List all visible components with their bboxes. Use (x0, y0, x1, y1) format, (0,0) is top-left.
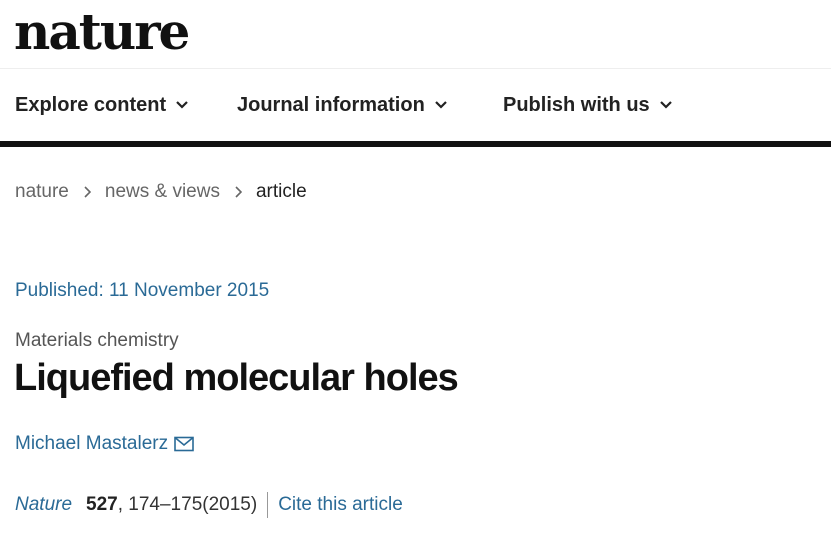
nav-journal-information[interactable]: Journal information (237, 93, 447, 117)
nav-publish-with-us-label: Publish with us (503, 94, 650, 116)
cite-this-article-link[interactable]: Cite this article (278, 493, 403, 517)
breadcrumb-item-news-views[interactable]: news & views (105, 180, 220, 204)
author-link[interactable]: Michael Mastalerz (15, 432, 168, 456)
chevron-down-icon (435, 101, 447, 109)
citation-pages: , 174–175(2015) (117, 494, 258, 515)
chevron-down-icon (176, 101, 188, 109)
chevron-right-icon (235, 186, 242, 198)
nav-journal-information-label: Journal information (237, 94, 425, 116)
citation-divider (267, 492, 269, 518)
nature-logo[interactable]: nature (14, 2, 190, 62)
article-subject[interactable]: Materials chemistry (15, 329, 179, 353)
main-navigation: Explore content Journal information Publ… (0, 69, 831, 141)
chevron-down-icon (659, 101, 672, 109)
nav-divider (0, 141, 831, 147)
breadcrumb: nature news & views article (15, 180, 307, 204)
published-date: Published: 11 November 2015 (15, 280, 270, 301)
breadcrumb-item-nature[interactable]: nature (15, 180, 69, 204)
citation-volume: 527 (86, 494, 118, 515)
citation-line: Nature 527 , 174–175(2015) Cite this art… (15, 492, 403, 518)
breadcrumb-item-article: article (255, 181, 307, 202)
article-title: Liquefied molecular holes (14, 357, 459, 399)
author-line: Michael Mastalerz (15, 432, 194, 456)
chevron-right-icon (84, 186, 91, 198)
citation-journal: Nature (15, 494, 73, 515)
nav-explore-content-label: Explore content (15, 94, 167, 116)
nav-publish-with-us[interactable]: Publish with us (503, 93, 672, 117)
nav-explore-content[interactable]: Explore content (15, 93, 188, 117)
site-header: nature (0, 0, 831, 68)
mail-icon[interactable] (174, 436, 194, 452)
